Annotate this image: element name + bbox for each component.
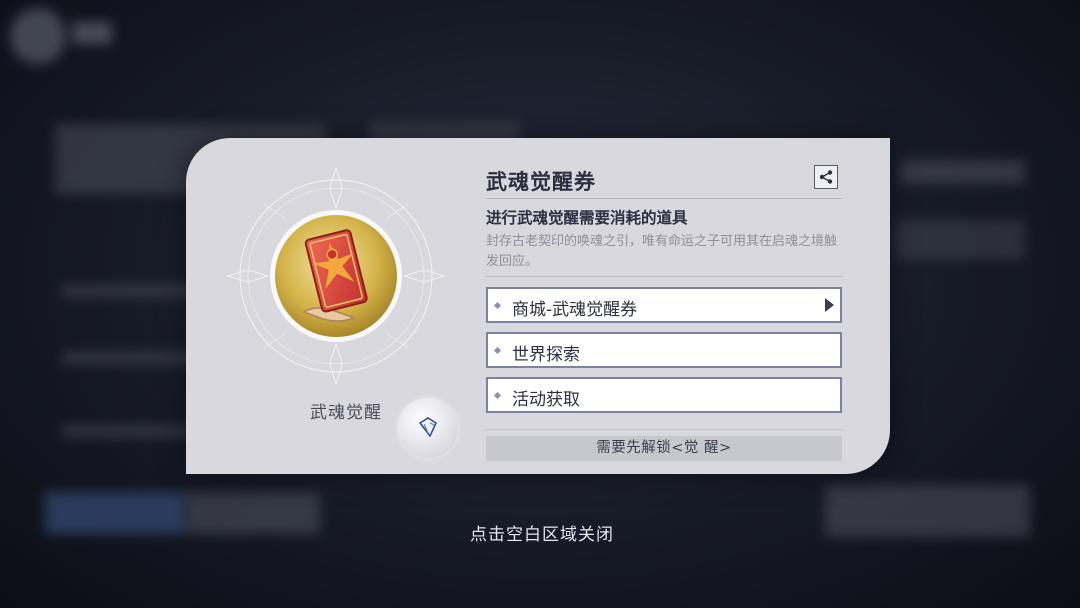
- unlock-requirement-bar: 需要先解锁<觉 醒>: [486, 436, 842, 461]
- share-button[interactable]: [814, 165, 838, 189]
- item-name: 武魂觉醒: [310, 403, 382, 423]
- divider: [486, 276, 842, 277]
- chevron-right-icon: [825, 298, 834, 312]
- item-info-panel: 武魂觉醒券 进行武魂觉醒需要消耗的道具 封存古老契印的唤魂之引，唯有命运之子可用…: [486, 138, 846, 474]
- diamond-bullet-icon: [493, 301, 502, 310]
- background-avatar: [10, 8, 66, 64]
- item-description: 封存古老契印的唤魂之引，唯有命运之子可用其在启魂之境触发回应。: [486, 234, 838, 269]
- screen[interactable]: 武魂觉醒 武魂觉醒券 进行武魂觉醒需要消耗的道具 封存古老契印的唤魂之引，唯有命…: [0, 0, 1080, 608]
- source-label: 商城-武魂觉醒券: [512, 300, 638, 320]
- item-title: 武魂觉醒券: [486, 170, 596, 194]
- gem-icon: [418, 417, 438, 438]
- divider: [486, 198, 842, 199]
- awakening-ticket-icon: [270, 210, 402, 342]
- background-back-label: [72, 22, 112, 44]
- diamond-bullet-icon: [493, 346, 502, 355]
- item-detail-dialog: 武魂觉醒 武魂觉醒券 进行武魂觉醒需要消耗的道具 封存古老契印的唤魂之引，唯有命…: [186, 138, 890, 474]
- source-label: 世界探索: [512, 345, 580, 365]
- gem-button[interactable]: [398, 398, 458, 458]
- item-subtitle: 进行武魂觉醒需要消耗的道具: [486, 209, 688, 227]
- goto-shop-button[interactable]: [816, 289, 840, 321]
- close-hint: 点击空白区域关闭: [470, 525, 614, 545]
- background-label: [900, 160, 1025, 184]
- divider: [486, 429, 842, 430]
- diamond-bullet-icon: [493, 391, 502, 400]
- share-icon: [819, 170, 833, 184]
- background-label: [895, 220, 1025, 260]
- source-item-shop[interactable]: 商城-武魂觉醒券: [486, 287, 842, 323]
- source-item-world-explore[interactable]: 世界探索: [486, 332, 842, 368]
- source-item-event[interactable]: 活动获取: [486, 377, 842, 413]
- source-label: 活动获取: [512, 390, 580, 410]
